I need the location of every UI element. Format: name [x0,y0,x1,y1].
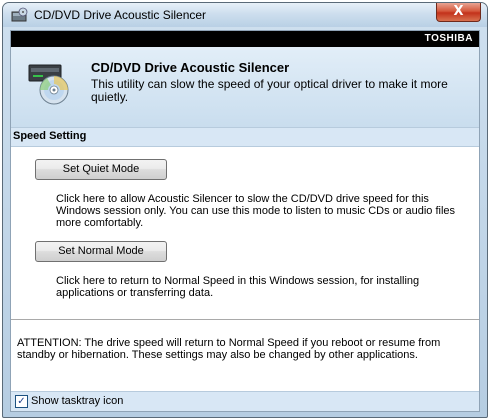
section-title: Speed Setting [13,130,87,142]
quiet-mode-description: Click here to allow Acoustic Silencer to… [56,193,456,229]
brand-logo: TOSHIBA [424,33,473,44]
set-quiet-mode-button[interactable]: Set Quiet Mode [35,159,167,180]
show-tasktray-checkbox[interactable]: ✓ [15,395,28,408]
section-header: Speed Setting [11,127,479,147]
show-tasktray-label[interactable]: Show tasktray icon [31,395,123,407]
client-area: TOSHIBA CD/DVD Drive Acoustic Silencer T… [10,30,480,412]
app-window: CD/DVD Drive Acoustic Silencer X TOSHIBA… [2,2,488,418]
header-banner: CD/DVD Drive Acoustic Silencer This util… [11,47,479,127]
footer-bar: ✓ Show tasktray icon [11,391,479,411]
cd-disc-icon [28,64,69,105]
cd-drive-icon [11,7,28,22]
close-button[interactable]: X [436,3,481,22]
window-title: CD/DVD Drive Acoustic Silencer [34,8,207,22]
divider [11,319,479,320]
header-title: CD/DVD Drive Acoustic Silencer [91,60,290,75]
set-normal-mode-button[interactable]: Set Normal Mode [35,241,167,262]
title-bar[interactable]: CD/DVD Drive Acoustic Silencer X [3,3,487,27]
header-description: This utility can slow the speed of your … [91,77,448,104]
brand-bar: TOSHIBA [11,31,479,47]
attention-note: ATTENTION: The drive speed will return t… [17,337,441,361]
normal-mode-description: Click here to return to Normal Speed in … [56,275,420,299]
